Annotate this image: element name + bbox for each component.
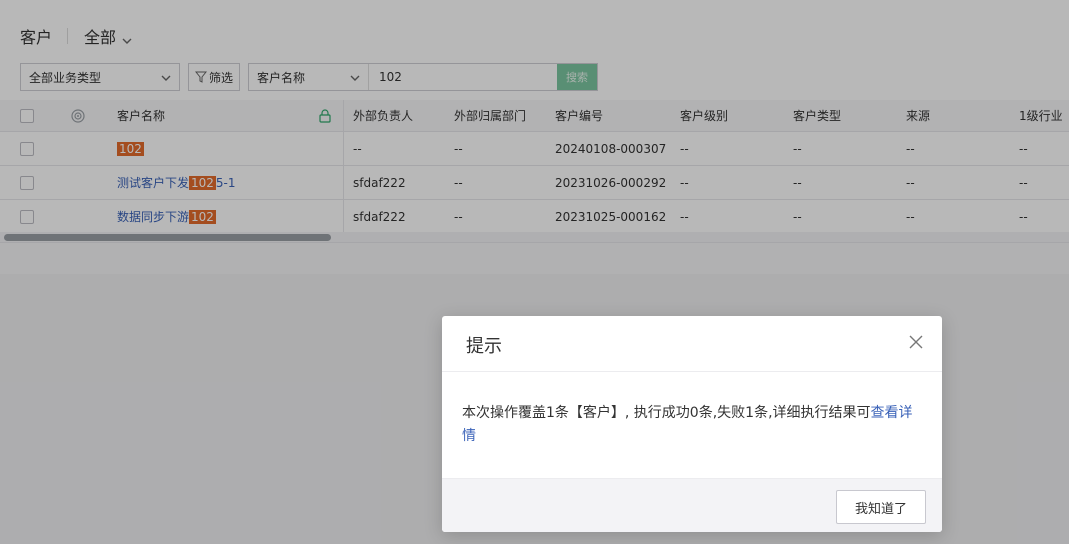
dialog-message-text: 本次操作覆盖1条【客户】, 执行成功0条,失败1条,详细执行结果可 — [462, 405, 871, 421]
dialog-header: 提示 — [442, 316, 942, 372]
notice-dialog: 提示 本次操作覆盖1条【客户】, 执行成功0条,失败1条,详细执行结果可查看详情… — [442, 316, 942, 532]
dialog-footer: 我知道了 — [442, 478, 942, 532]
close-icon[interactable] — [908, 334, 924, 350]
dialog-title: 提示 — [466, 336, 502, 357]
acknowledge-button[interactable]: 我知道了 — [836, 490, 926, 524]
page: 客户 全部 全部业务类型 筛选 客户名称 102 搜索 客户名称 外部负责人 外… — [0, 0, 1069, 544]
dialog-message: 本次操作覆盖1条【客户】, 执行成功0条,失败1条,详细执行结果可查看详情 — [462, 402, 922, 448]
